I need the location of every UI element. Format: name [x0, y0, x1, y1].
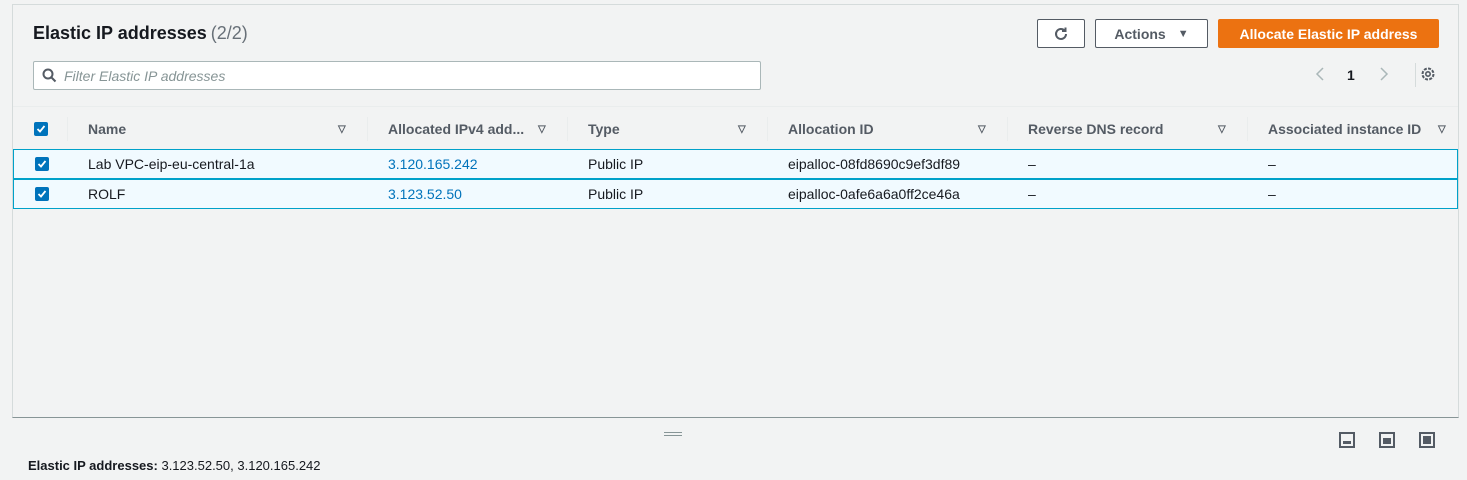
cell-type: Public IP [588, 156, 644, 172]
refresh-icon [1055, 27, 1067, 40]
column-divider [1007, 117, 1008, 141]
column-divider [767, 117, 768, 141]
split-bottom-icon[interactable] [1339, 432, 1355, 453]
select-all-checkbox[interactable] [34, 107, 48, 151]
checkbox-checked [35, 157, 49, 171]
chevron-right-icon[interactable] [1375, 66, 1391, 82]
split-panel-resize-handle[interactable] [664, 432, 682, 438]
sort-icon: ▽ [1438, 123, 1446, 135]
selection-summary: Elastic IP addresses: 3.123.52.50, 3.120… [28, 458, 321, 473]
elastic-ip-table-panel: Elastic IP addresses (2/2) Actions ▼ Allo… [12, 4, 1459, 418]
summary-label: Elastic IP addresses: [28, 458, 158, 473]
cell-name: ROLF [88, 186, 126, 202]
cell-allocation-id: eipalloc-08fd8690c9ef3df89 [788, 156, 961, 172]
allocate-elastic-ip-button[interactable]: Allocate Elastic IP address [1218, 19, 1439, 48]
split-half-icon[interactable] [1379, 432, 1395, 453]
column-header-type[interactable]: Type ▽ [588, 107, 758, 151]
column-divider [67, 117, 68, 141]
page-title-text: Elastic IP addresses [33, 23, 207, 43]
refresh-button[interactable] [1037, 19, 1085, 48]
cell-ipv4-link[interactable]: 3.123.52.50 [388, 180, 462, 208]
cell-type: Public IP [588, 186, 644, 202]
column-header-reverse-dns[interactable]: Reverse DNS record ▽ [1028, 107, 1238, 151]
table-row[interactable]: ROLF 3.123.52.50 Public IP eipalloc-0afe… [13, 179, 1458, 209]
gear-icon[interactable] [1419, 65, 1437, 88]
chevron-left-icon[interactable] [1313, 66, 1329, 82]
filter-search-box [33, 61, 761, 90]
checkbox-checked [34, 122, 48, 136]
column-label: Name [88, 121, 127, 137]
split-full-icon[interactable] [1419, 432, 1435, 453]
column-header-allocated-ipv4[interactable]: Allocated IPv4 add... ▽ [388, 107, 558, 151]
cell-allocation-id: eipalloc-0afe6a6a0ff2ce46a [788, 186, 960, 202]
column-label: Associated instance ID [1268, 121, 1422, 137]
search-icon [34, 68, 64, 83]
cell-name: Lab VPC-eip-eu-central-1a [88, 156, 255, 172]
sort-icon: ▽ [1218, 123, 1226, 135]
cell-reverse-dns: – [1028, 186, 1036, 202]
cell-instance-id: – [1268, 156, 1276, 172]
cell-ipv4-link[interactable]: 3.120.165.242 [388, 150, 478, 178]
summary-value: 3.123.52.50, 3.120.165.242 [161, 458, 321, 473]
column-divider [367, 117, 368, 141]
sort-icon: ▽ [738, 123, 746, 135]
column-divider [1247, 117, 1248, 141]
row-checkbox[interactable] [35, 180, 49, 208]
row-checkbox[interactable] [35, 150, 49, 178]
column-label: Allocated IPv4 add... [388, 121, 525, 137]
column-label: Allocation ID [788, 121, 874, 137]
sort-icon: ▽ [978, 123, 986, 135]
column-header-allocation-id[interactable]: Allocation ID ▽ [788, 107, 998, 151]
caret-down-icon: ▼ [1177, 27, 1189, 40]
current-page-number[interactable]: 1 [1347, 67, 1355, 83]
column-header-name[interactable]: Name ▽ [88, 107, 358, 151]
cell-reverse-dns: – [1028, 156, 1036, 172]
checkbox-checked [35, 187, 49, 201]
table-row[interactable]: Lab VPC-eip-eu-central-1a 3.120.165.242 … [13, 149, 1458, 179]
page-title: Elastic IP addresses (2/2) [33, 23, 248, 44]
pager-divider [1415, 63, 1416, 87]
column-divider [567, 117, 568, 141]
cell-instance-id: – [1268, 186, 1276, 202]
sort-icon: ▽ [538, 123, 546, 135]
actions-dropdown-button[interactable]: Actions ▼ [1095, 19, 1208, 48]
table-header: Name ▽ Allocated IPv4 add... ▽ Type ▽ Al… [13, 106, 1458, 150]
column-label: Type [588, 121, 620, 137]
actions-label: Actions [1114, 25, 1166, 42]
sort-icon: ▽ [338, 123, 346, 135]
column-label: Reverse DNS record [1028, 121, 1164, 137]
filter-input[interactable] [64, 67, 744, 84]
selection-count: (2/2) [210, 23, 248, 43]
column-header-associated-instance-id[interactable]: Associated instance ID ▽ [1268, 107, 1448, 151]
